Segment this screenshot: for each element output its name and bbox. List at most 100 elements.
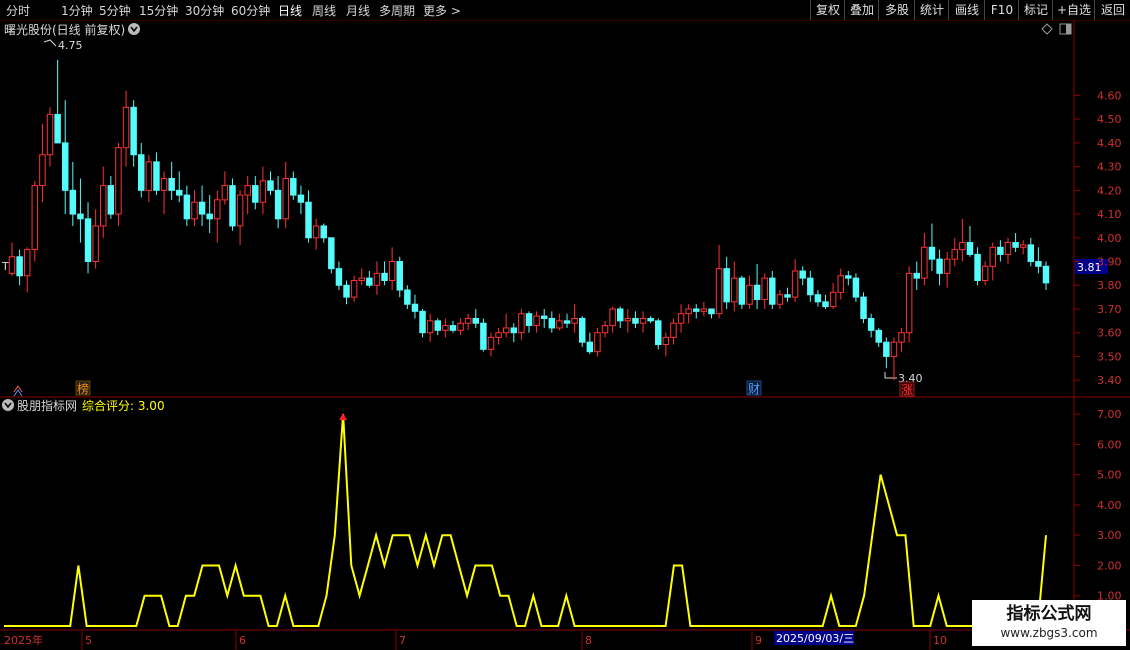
candle-body [221,185,229,201]
overlay-button[interactable]: 叠加 [844,0,879,20]
score-tick-label: 5.00 [1097,469,1122,482]
event-badge-finance[interactable]: 财 [746,380,762,396]
candle-body [176,189,183,196]
candle-body [989,246,997,267]
candle-body [556,320,563,329]
candle-body [404,289,411,305]
candle-body [966,242,974,255]
candle-body [183,194,191,220]
candle-body [822,301,829,308]
candle-body [708,308,715,315]
candle-body [312,225,320,239]
candle-body [905,272,913,334]
price-tick-label: 3.90 [1097,256,1122,269]
candle-body [571,317,578,324]
tab-30min[interactable]: 30分钟 [185,2,224,19]
candle-body [472,317,480,324]
up-arrow-icon [13,385,23,397]
svg-text:涨[interactable]: 涨 [901,382,913,397]
event-badge-list[interactable]: 榜 [75,380,91,396]
tab-5min[interactable]: 5分钟 [99,2,131,19]
tab-15min[interactable]: 15分钟 [139,2,178,19]
candle-body [959,242,966,251]
event-badge-rank[interactable]: 榜 [77,381,89,396]
candle-body [61,142,69,191]
title-dropdown-icon[interactable] [128,23,140,35]
candle-body [518,313,525,334]
candle-body [259,180,267,203]
candle-body [54,113,61,144]
candle-body [130,106,137,156]
price-tick-label: 3.50 [1097,350,1122,363]
score-axis: 1.002.003.004.005.006.007.00 [1074,408,1122,603]
candle-body [419,310,426,334]
candle-body [297,194,305,203]
candle-body [191,201,198,220]
candle-body [92,225,99,263]
candle-body [776,294,784,305]
candle-body [229,185,236,227]
svg-text:财[interactable]: 财 [748,382,760,396]
candle-body [655,320,662,346]
statistics-button[interactable]: 统计 [914,0,949,20]
candle-body [981,265,989,281]
tab-intraday[interactable]: 分时 [6,2,30,19]
candle-body [99,185,107,227]
multi-stock-button[interactable]: 多股 [878,0,915,20]
tab-multi-period[interactable]: 多周期 [379,2,415,19]
tab-monthly[interactable]: 月线 [346,2,370,19]
candle-body [107,185,115,215]
draw-line-button[interactable]: 画线 [948,0,985,20]
candle-body [358,277,365,281]
watermark-logo: 指标公式网 www.zbgs3.com [972,600,1126,646]
candle-body [350,279,358,298]
candle-body [700,308,708,312]
candle-body [685,308,692,315]
left-marker: T [1,260,9,273]
f10-button[interactable]: F10 [984,0,1019,20]
candle-body [921,246,928,279]
candle-body [396,261,403,291]
peak-arrow-icon [339,413,348,421]
tab-more[interactable]: 更多 > [423,2,461,19]
tab-daily[interactable]: 日线 [278,2,302,19]
candle-body [997,246,1004,255]
score-tick-label: 3.00 [1097,529,1122,542]
mark-button[interactable]: 标记 [1018,0,1053,20]
add-watchlist-button[interactable]: +自选 [1052,0,1095,20]
candle-body [753,284,761,300]
candle-body [601,325,609,334]
candle-body [715,268,723,315]
candle-body [115,147,122,215]
candle-body [860,296,867,319]
candle-body [578,317,586,343]
back-button[interactable]: 返回 [1094,0,1130,20]
candle-body [31,185,39,251]
candle-body [533,315,540,327]
candle-body [502,327,510,334]
candle-body [951,249,959,260]
restore-rights-button[interactable]: 复权 [810,0,845,20]
panel-toggle-icon[interactable] [1059,23,1072,35]
candle-body [160,177,168,191]
candle-body [670,322,677,338]
diamond-icon[interactable] [1041,23,1053,35]
candle-body [168,177,175,191]
indicator-dropdown-icon[interactable] [2,399,14,411]
date-label-aug: 8 [585,634,592,647]
candlestick-series [8,59,1050,381]
event-badge-limit-up[interactable]: 涨 [899,381,915,397]
candle-body [39,154,46,187]
score-tick-label: 2.00 [1097,559,1122,572]
candle-body [343,284,350,298]
watermark-title: 指标公式网 [1006,604,1092,624]
candle-body [366,277,373,286]
tab-weekly[interactable]: 周线 [312,2,336,19]
tab-60min[interactable]: 60分钟 [231,2,270,19]
candle-body [974,253,981,281]
candle-body [23,249,31,277]
candle-body [913,272,920,279]
candle-body [290,177,297,196]
tab-1min[interactable]: 1分钟 [61,2,93,19]
candle-body [883,341,890,357]
